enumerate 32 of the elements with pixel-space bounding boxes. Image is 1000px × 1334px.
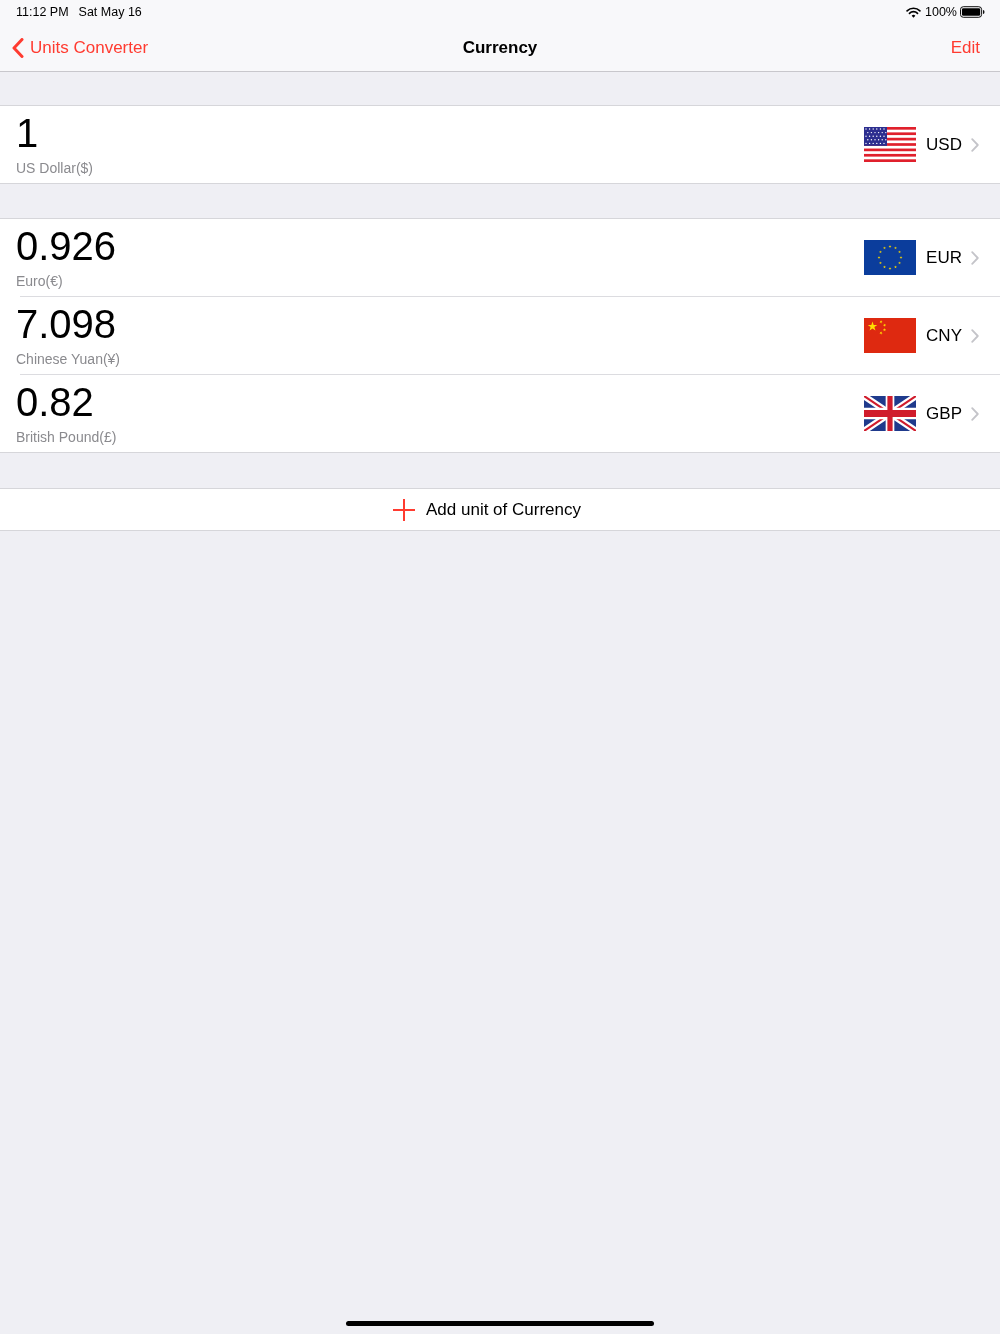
us-flag-icon — [864, 127, 917, 162]
status-date: Sat May 16 — [78, 5, 142, 19]
nav-title: Currency — [462, 37, 538, 58]
battery-percent: 100% — [925, 5, 957, 19]
currency-row[interactable]: 7.098 Chinese Yuan(¥) CNY — [0, 297, 1000, 374]
eu-flag-icon — [864, 240, 917, 275]
cn-flag-icon — [864, 318, 917, 353]
amount-value: 0.82 — [16, 380, 95, 424]
currency-name: Euro(€) — [16, 272, 64, 290]
back-chevron-icon — [12, 37, 24, 58]
chevron-right-icon — [971, 137, 979, 152]
currency-row[interactable]: 1 US Dollar($) USD — [0, 106, 1000, 183]
amount-value: 1 — [16, 111, 40, 155]
status-time: 11:12 PM — [16, 5, 69, 19]
chevron-right-icon — [971, 328, 979, 343]
wifi-icon — [906, 6, 921, 18]
currency-name: Chinese Yuan(¥) — [16, 350, 121, 368]
battery-icon — [960, 6, 985, 18]
currency-name: British Pound(£) — [16, 428, 117, 446]
currency-code: GBP — [926, 403, 962, 424]
chevron-right-icon — [971, 250, 979, 265]
currency-row[interactable]: 0.82 British Pound(£) GBP — [0, 375, 1000, 452]
plus-icon — [393, 498, 415, 521]
currency-row[interactable]: 0.926 Euro(€) EUR — [0, 219, 1000, 296]
amount-value: 0.926 — [16, 224, 117, 268]
chevron-right-icon — [971, 406, 979, 421]
amount-value: 7.098 — [16, 302, 118, 346]
currency-code: USD — [926, 134, 962, 155]
currency-name: US Dollar($) — [16, 159, 93, 177]
currency-code: EUR — [926, 247, 962, 268]
uk-flag-icon — [864, 396, 917, 431]
currency-code: CNY — [926, 325, 962, 346]
